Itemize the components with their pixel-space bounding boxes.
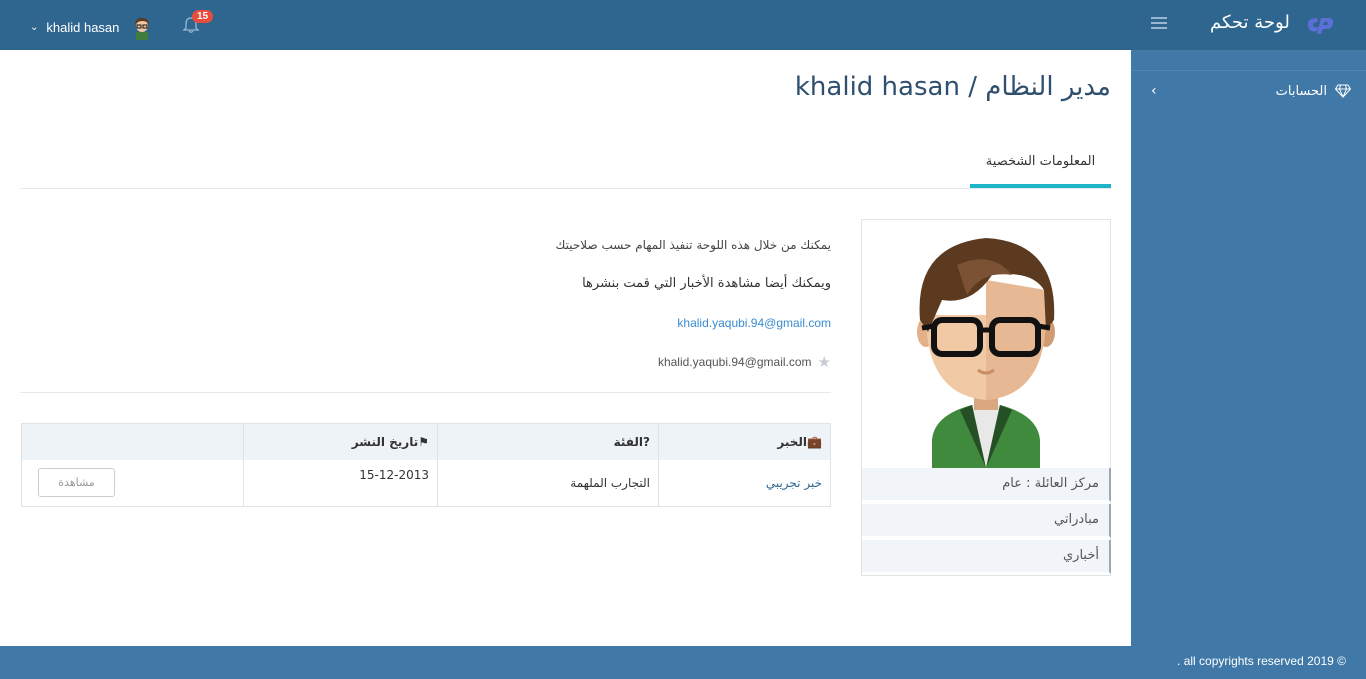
footer: © all copyrights reserved 2019 . [0,646,1366,679]
info-divider [20,392,831,393]
cp-logo-icon [1307,18,1334,34]
user-menu[interactable]: ⌄ khalid hasan [30,14,156,40]
cell-news-title[interactable]: خبر تجريبي [658,459,831,507]
email-starred-row: ★ khalid.yaqubi.94@gmail.com [658,353,831,371]
top-header: ⌄ khalid hasan 15 لوحة تحكم [0,0,1366,50]
cell-action: مشاهدة [21,459,244,507]
user-name: khalid hasan [46,19,120,35]
info-text-news: ويمكنك أيضا مشاهدة الأخبار التي قمت بنشر… [582,276,831,291]
hamburger-icon[interactable] [1151,17,1167,29]
col-header-news: 💼الخبر [658,423,831,460]
profile-avatar [862,220,1110,468]
page-title: مدير النظام / khalid hasan [794,72,1111,102]
sidebar-item-label: الحسابات [1275,83,1327,99]
tab-personal-info[interactable]: المعلومات الشخصية [970,150,1111,188]
notification-badge: 15 [192,10,214,23]
info-text-permissions: يمكنك من خلال هذه اللوحة تنفيذ المهام حس… [555,238,831,252]
profile-menu-initiatives[interactable]: مبادراتي [862,504,1111,538]
col-header-date: ⚑تاريخ النشر [243,423,438,460]
col-header-action [21,423,244,460]
tab-divider [20,188,1111,189]
brand-title: لوحة تحكم [1210,12,1290,33]
sidebar: ‹ الحسابات [1131,50,1366,646]
chevron-left-icon: ‹ [1151,83,1157,99]
email-link[interactable]: khalid.yaqubi.94@gmail.com [677,316,831,330]
news-title-link[interactable]: خبر تجريبي [766,476,822,490]
sidebar-divider [1131,70,1366,71]
table-row: خبر تجريبي التجارب الملهمة 15-12-2013 مش… [21,459,831,507]
sidebar-item-accounts[interactable]: ‹ الحسابات [1151,80,1351,102]
briefcase-icon: 💼 [807,434,822,449]
view-button[interactable]: مشاهدة [38,468,115,498]
profile-menu-news[interactable]: أخباري [862,540,1111,574]
cell-date: 15-12-2013 [243,459,438,507]
question-icon: ? [643,434,650,449]
copyright-text: © all copyrights reserved 2019 . [1177,654,1346,668]
cell-category: التجارب الملهمة [437,459,659,507]
star-icon[interactable]: ★ [818,353,831,371]
email-starred: khalid.yaqubi.94@gmail.com [657,355,812,369]
profile-card: مركز العائلة : عام مبادراتي أخباري [861,219,1111,576]
diamond-icon [1335,84,1351,98]
avatar [129,14,156,40]
news-table: 💼الخبر ?الفئة ⚑تاريخ النشر خبر تجريبي ال… [21,423,831,507]
profile-menu-family-center[interactable]: مركز العائلة : عام [862,468,1111,502]
table-header-row: 💼الخبر ?الفئة ⚑تاريخ النشر [21,423,831,460]
chevron-down-icon: ⌄ [30,21,39,33]
col-header-category: ?الفئة [437,423,659,460]
bookmark-icon: ⚑ [418,434,429,449]
